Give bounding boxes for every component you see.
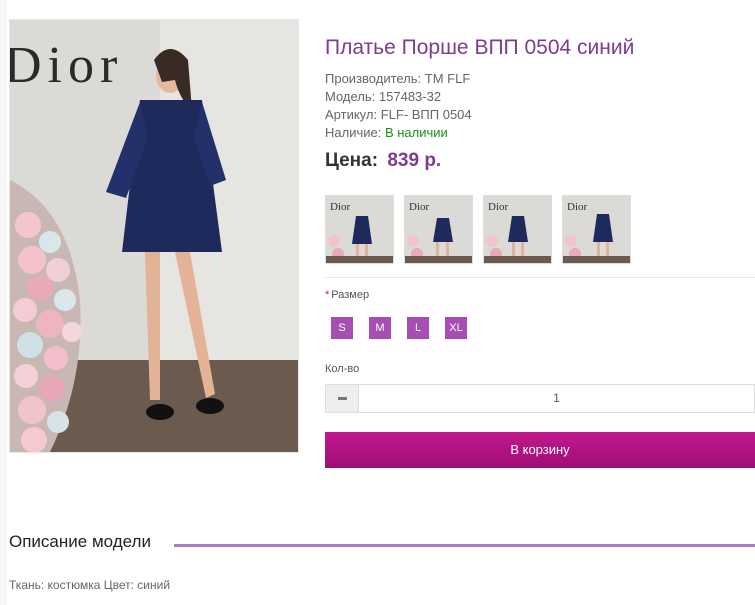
price-value: 839 р. — [387, 150, 442, 171]
minus-icon — [337, 397, 347, 400]
article-value: FLF- ВПП 0504 — [380, 107, 472, 122]
description-text: Ткань: костюмка Цвет: синий — [9, 578, 171, 592]
thumb-brand-text: Dior — [488, 201, 509, 213]
brand-logo-text: Dior — [10, 37, 123, 94]
thumbnail-gallery: Dior Dior Dior Dior — [325, 195, 641, 264]
thumb-brand-text: Dior — [567, 201, 588, 213]
main-product-image[interactable]: Dior — [9, 19, 299, 453]
quantity-stepper: 1 — [325, 384, 755, 413]
thumb-brand-text: Dior — [330, 201, 351, 213]
size-options: S M L XL — [331, 317, 483, 339]
thumbnail-2[interactable]: Dior — [404, 195, 473, 264]
model-label: Модель: — [325, 89, 376, 104]
price-label: Цена: — [325, 150, 379, 171]
manufacturer-row: Производитель: TM FLF — [325, 71, 470, 86]
options-divider — [325, 277, 755, 278]
thumb-brand-text: Dior — [409, 201, 430, 213]
left-edge — [0, 0, 7, 605]
manufacturer-value[interactable]: TM FLF — [425, 71, 471, 86]
size-option-xl[interactable]: XL — [445, 317, 467, 339]
quantity-label: Кол-во — [325, 363, 360, 375]
size-label: * Размер — [325, 289, 369, 301]
thumbnail-3[interactable]: Dior — [483, 195, 552, 264]
product-title: Платье Порше ВПП 0504 синий — [325, 36, 635, 59]
required-mark: * — [325, 289, 330, 301]
thumbnail-1[interactable]: Dior — [325, 195, 394, 264]
description-title: Описание модели — [9, 532, 151, 551]
thumbnail-4[interactable]: Dior — [562, 195, 631, 264]
size-option-m[interactable]: M — [369, 317, 391, 339]
size-label-text: Размер — [331, 289, 370, 301]
availability-row: Наличие: В наличии — [325, 125, 448, 140]
quantity-decrease-button[interactable] — [326, 385, 359, 412]
price-row: Цена: 839 р. — [325, 150, 441, 172]
availability-value: В наличии — [384, 125, 448, 140]
availability-label: Наличие: — [325, 125, 382, 140]
quantity-input[interactable]: 1 — [359, 385, 754, 412]
article-row: Артикул: FLF- ВПП 0504 — [325, 107, 472, 122]
description-title-rule — [174, 544, 755, 547]
model-row: Модель: 157483-32 — [325, 89, 441, 104]
model-value: 157483-32 — [378, 89, 442, 104]
size-option-s[interactable]: S — [331, 317, 353, 339]
add-to-cart-button[interactable]: В корзину — [325, 432, 755, 468]
article-label: Артикул: — [325, 107, 378, 122]
manufacturer-label: Производитель: — [325, 71, 422, 86]
size-option-l[interactable]: L — [407, 317, 429, 339]
